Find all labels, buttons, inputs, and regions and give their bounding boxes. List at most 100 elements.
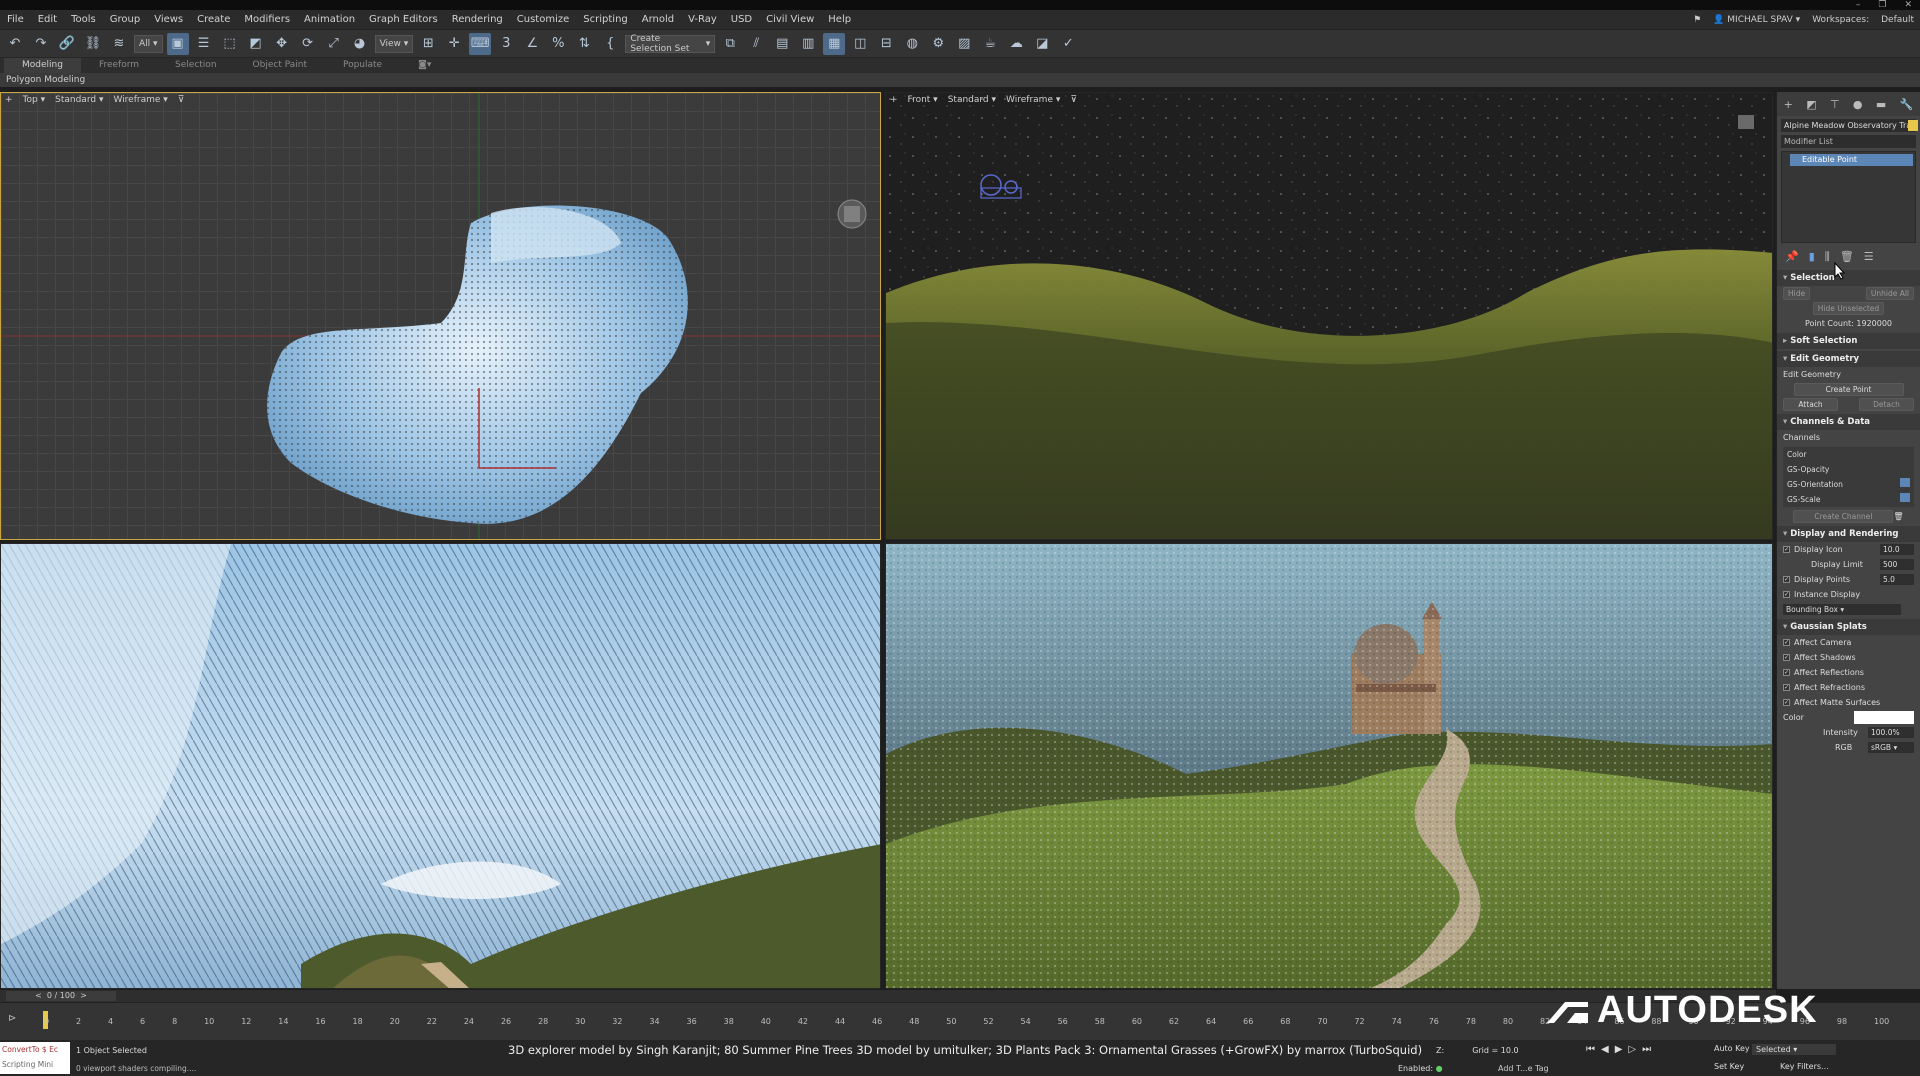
check-icon[interactable]: ✓ [1057, 33, 1079, 55]
menu-item-modifiers[interactable]: Modifiers [237, 10, 297, 30]
sign-in-icon[interactable]: ⚑ [1693, 15, 1701, 25]
auto-key-button[interactable]: Auto Key [1714, 1044, 1750, 1053]
viewport-shading[interactable]: Standard ▾ [55, 95, 103, 105]
time-slider[interactable]: < 0 / 100 > [0, 990, 1776, 1002]
place-icon[interactable]: ◕ [349, 33, 371, 55]
display-icon-spinner[interactable]: 10.0 [1880, 544, 1914, 555]
display-points-checkbox[interactable]: ✓ Display Points [1783, 575, 1850, 584]
object-name-field[interactable]: Alpine Meadow Observatory Trail [1781, 119, 1918, 132]
affect-reflections-checkbox[interactable]: ✓ Affect Reflections [1783, 668, 1864, 677]
time-slider-handle[interactable]: < 0 / 100 > [6, 991, 116, 1001]
menu-item-arnold[interactable]: Arnold [635, 10, 681, 30]
menu-item-animation[interactable]: Animation [297, 10, 362, 30]
user-account[interactable]: 👤 MICHAEL SPAV ▾ [1713, 15, 1800, 25]
menu-item-file[interactable]: File [0, 10, 31, 30]
tab-freeform[interactable]: Freeform [81, 58, 157, 73]
menu-item-help[interactable]: Help [821, 10, 858, 30]
select-object-icon[interactable]: ▣ [166, 32, 189, 55]
viewport-filter-icon[interactable]: ⊽ [178, 95, 185, 105]
delete-channel-icon[interactable]: 🗑 [1893, 512, 1903, 521]
viewport-point-of-view[interactable]: Front ▾ [908, 95, 938, 105]
scene-explorer-icon[interactable]: ▤ [771, 33, 793, 55]
enabled-toggle[interactable]: Enabled: ● [1398, 1064, 1443, 1073]
add-time-tag[interactable]: Add T...e Tag [1498, 1064, 1549, 1073]
ribbon-toggle-icon[interactable]: ▦ [823, 32, 846, 55]
viewport-left[interactable] [0, 543, 881, 989]
object-color-swatch[interactable] [1908, 120, 1918, 131]
tab-selection[interactable]: Selection [157, 58, 234, 73]
redo-icon[interactable]: ↷ [30, 33, 52, 55]
maxscript-listener[interactable]: ConvertTo $ Ec Scripting Mini [0, 1042, 70, 1074]
snaps-toggle-icon[interactable]: 3 [495, 33, 517, 55]
mirror-icon[interactable]: ⧉ [719, 33, 741, 55]
affect-camera-checkbox[interactable]: ✓ Affect Camera [1783, 638, 1851, 647]
percent-snap-icon[interactable]: % [547, 33, 569, 55]
menu-item-civil-view[interactable]: Civil View [759, 10, 821, 30]
menu-item-create[interactable]: Create [190, 10, 237, 30]
tab-populate[interactable]: Populate [325, 58, 400, 73]
viewport-menu[interactable]: + [890, 95, 898, 105]
move-icon[interactable]: ✥ [271, 33, 293, 55]
go-to-end-icon[interactable]: ⏭ [1642, 1044, 1651, 1055]
show-end-result-icon[interactable]: ▮ [1809, 250, 1815, 264]
display-points-spinner[interactable]: 5.0 [1880, 574, 1914, 585]
stack-item-editable-point[interactable]: Editable Point [1790, 154, 1913, 166]
menu-item-customize[interactable]: Customize [510, 10, 577, 30]
ribbon-options-icon[interactable]: ◙▾ [400, 58, 449, 73]
hide-unselected-button[interactable]: Hide Unselected [1812, 302, 1885, 315]
render-production-icon[interactable]: ☕ [979, 33, 1001, 55]
track-bar-toggle-icon[interactable]: ⊳ [8, 1013, 16, 1024]
select-manipulate-icon[interactable]: ✛ [443, 33, 465, 55]
channel-item[interactable]: GS-Scale [1783, 492, 1914, 507]
reference-coordinate-dropdown[interactable]: View ▾ [374, 34, 414, 53]
undo-icon[interactable]: ↶ [4, 33, 26, 55]
motion-tab-icon[interactable]: ● [1853, 98, 1863, 111]
tab-object-paint[interactable]: Object Paint [235, 58, 325, 73]
menu-item-edit[interactable]: Edit [31, 10, 64, 30]
menu-item-tools[interactable]: Tools [64, 10, 103, 30]
viewport-perspective[interactable] [885, 543, 1773, 989]
material-editor-icon[interactable]: ◍ [901, 33, 923, 55]
hierarchy-tab-icon[interactable]: ⊤ [1830, 98, 1840, 111]
previous-frame-icon[interactable]: ◀ [1601, 1044, 1609, 1055]
ribbon-panel-title[interactable]: Polygon Modeling [0, 73, 1920, 87]
create-channel-button[interactable]: Create Channel [1793, 510, 1894, 523]
rollout-header-selection[interactable]: Selection [1777, 270, 1920, 286]
viewport-shading[interactable]: Standard ▾ [948, 95, 996, 105]
key-filters-button[interactable]: Key Filters... [1780, 1062, 1829, 1071]
play-icon[interactable]: ▶ [1615, 1044, 1623, 1055]
make-unique-icon[interactable]: ⫼ [1825, 250, 1830, 264]
viewport-display-mode[interactable]: Wireframe ▾ [113, 95, 167, 105]
intensity-spinner[interactable]: 100.0% [1868, 727, 1914, 738]
utilities-tab-icon[interactable]: 🔧 [1900, 98, 1914, 111]
display-icon-checkbox[interactable]: ✓ Display Icon [1783, 545, 1843, 554]
tab-modeling[interactable]: Modeling [4, 58, 81, 73]
display-limit-spinner[interactable]: 500 [1880, 559, 1914, 570]
named-selection-dropdown[interactable]: Create Selection Set ▾ [625, 34, 716, 54]
display-tab-icon[interactable]: ▬ [1876, 98, 1886, 111]
align-icon[interactable]: ⫽ [745, 33, 767, 55]
hide-button[interactable]: Hide [1783, 287, 1811, 300]
pivot-center-icon[interactable]: ⊞ [417, 33, 439, 55]
menu-item-views[interactable]: Views [147, 10, 190, 30]
selection-filter-dropdown[interactable]: All ▾ [134, 34, 163, 53]
scale-icon[interactable]: ⤢ [323, 33, 345, 55]
unlink-icon[interactable]: ⛓ [82, 33, 104, 55]
rollout-header-soft-selection[interactable]: Soft Selection [1777, 333, 1920, 349]
viewport-display-mode[interactable]: Wireframe ▾ [1006, 95, 1060, 105]
affect-refractions-checkbox[interactable]: ✓ Affect Refractions [1783, 683, 1865, 692]
select-by-name-icon[interactable]: ☰ [193, 33, 215, 55]
attach-button[interactable]: Attach [1783, 398, 1838, 411]
curve-editor-icon[interactable]: ◫ [849, 33, 871, 55]
link-icon[interactable]: 🔗 [56, 33, 78, 55]
affect-shadows-checkbox[interactable]: ✓ Affect Shadows [1783, 653, 1856, 662]
toggle-scene-icon[interactable]: ◪ [1031, 33, 1053, 55]
go-to-start-icon[interactable]: ⏮ [1586, 1044, 1595, 1055]
region-select-icon[interactable]: ⬚ [219, 33, 241, 55]
workspace-select[interactable]: Default [1881, 15, 1914, 25]
set-key-button[interactable]: Set Key [1714, 1062, 1744, 1071]
render-cloud-icon[interactable]: ☁ [1005, 33, 1027, 55]
configure-sets-icon[interactable]: ☰ [1864, 250, 1874, 264]
channel-item[interactable]: Color [1783, 447, 1914, 462]
instance-display-checkbox[interactable]: ✓ Instance Display [1783, 590, 1860, 599]
